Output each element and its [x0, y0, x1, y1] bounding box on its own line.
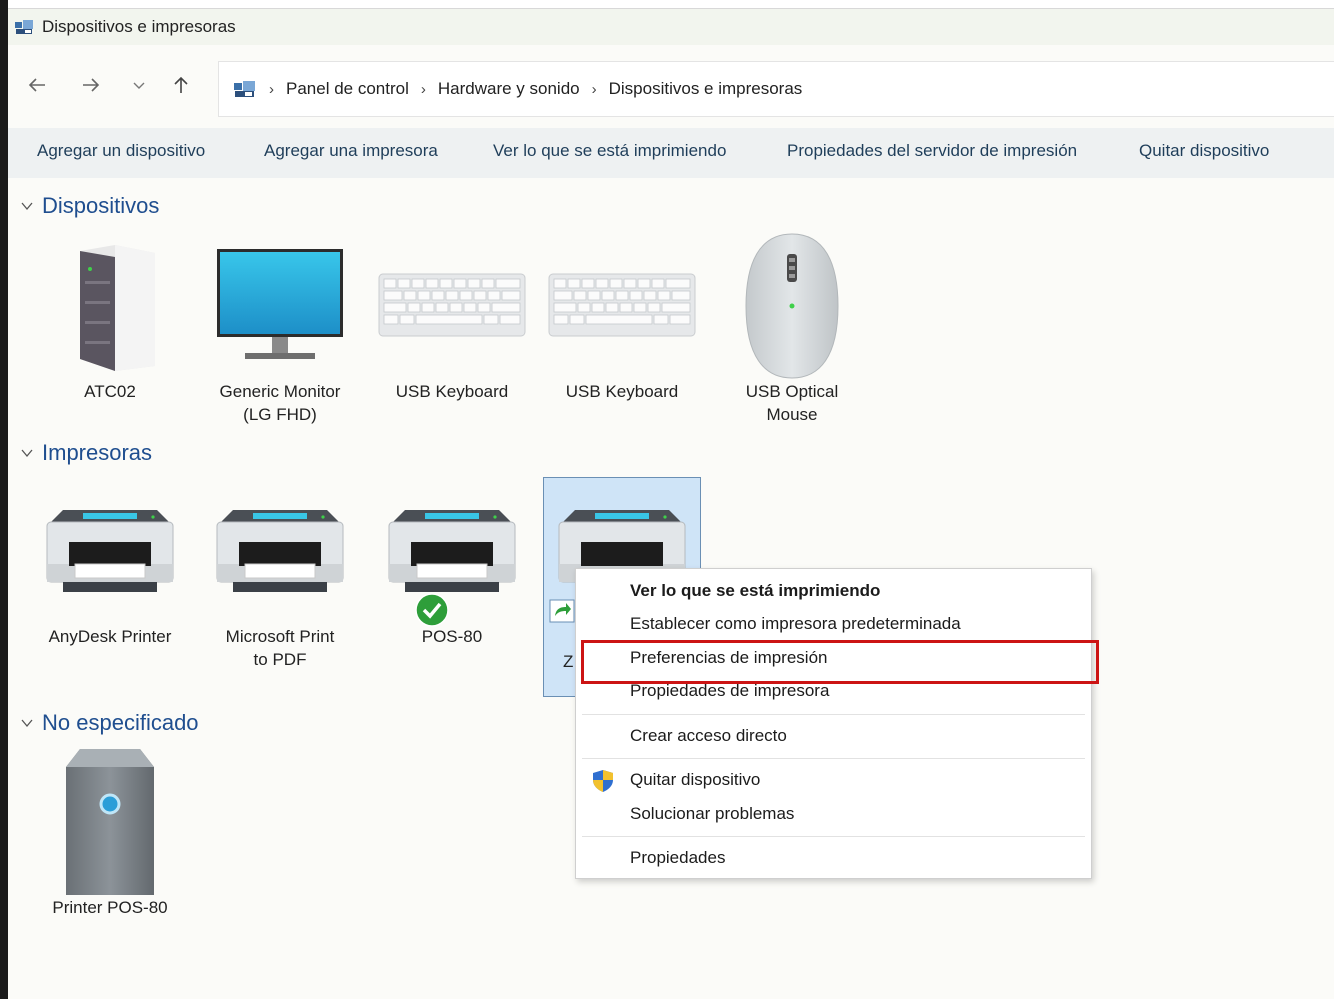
breadcrumb-separator: ›: [591, 80, 597, 98]
printer-icon: [216, 510, 344, 592]
generic-device-icon: [66, 749, 154, 895]
up-button[interactable]: [170, 74, 200, 96]
keyboard-icon: [378, 273, 526, 337]
menu-item-remove-device[interactable]: Quitar dispositivo: [630, 770, 760, 790]
group-title: No especificado: [42, 710, 199, 735]
device-label: USB Optical: [745, 382, 839, 401]
group-header-unspecified[interactable]: No especificado: [20, 710, 199, 736]
keyboard-icon: [548, 273, 696, 337]
default-check-icon: [415, 593, 449, 627]
chevron-down-icon: [21, 449, 33, 458]
breadcrumb-devices-printers[interactable]: Dispositivos e impresoras: [609, 79, 803, 99]
menu-item-see-printing[interactable]: Ver lo que se está imprimiendo: [630, 581, 880, 601]
remove-device-button[interactable]: Quitar dispositivo: [1139, 141, 1269, 161]
group-title: Dispositivos: [42, 193, 160, 218]
window-title: Dispositivos e impresoras: [42, 17, 236, 36]
group-header-printers[interactable]: Impresoras: [20, 440, 152, 466]
arrow-up-icon: [174, 76, 188, 93]
group-title: Impresoras: [42, 440, 153, 465]
device-item-usb-keyboard[interactable]: USB Keyboard: [547, 235, 697, 435]
arrow-left-icon: [28, 78, 45, 92]
device-label: USB Keyboard: [565, 382, 679, 401]
annotation-highlight-box: [581, 640, 1099, 684]
breadcrumb-hardware-sound[interactable]: Hardware y sonido: [438, 79, 580, 99]
device-item-usb-keyboard[interactable]: USB Keyboard: [377, 235, 527, 435]
printer-icon: [388, 510, 516, 592]
print-server-properties-button[interactable]: Propiedades del servidor de impresión: [787, 141, 1077, 161]
device-item-usb-optical-mouse[interactable]: USB Optical Mouse: [717, 230, 867, 435]
printer-label-line2: to PDF: [253, 650, 307, 669]
device-label-line2: (LG FHD): [243, 405, 317, 424]
mouse-icon: [745, 233, 839, 379]
printer-icon: [46, 510, 174, 592]
navigation-bar: › Panel de control › Hardware y sonido ›…: [8, 56, 1334, 118]
printer-item-anydesk[interactable]: AnyDesk Printer: [35, 500, 185, 675]
menu-item-create-shortcut[interactable]: Crear acceso directo: [630, 726, 787, 746]
uac-shield-icon: [593, 770, 613, 792]
printer-item-pos-80[interactable]: POS-80: [377, 500, 527, 675]
device-item-generic-monitor[interactable]: Generic Monitor (LG FHD): [205, 235, 355, 435]
devices-printers-icon: [15, 20, 33, 34]
device-label: Generic Monitor: [219, 382, 341, 401]
control-panel-icon: [234, 81, 255, 97]
window-top-edge: [8, 0, 1334, 9]
group-header-devices[interactable]: Dispositivos: [20, 193, 159, 219]
device-label: Printer POS-80: [52, 898, 168, 917]
printer-label: Microsoft Print: [225, 627, 335, 646]
chevron-down-icon: [21, 202, 33, 211]
menu-separator: [582, 836, 1085, 837]
shared-arrow-icon: [549, 599, 575, 623]
unspecified-item-printer-pos-80[interactable]: Printer POS-80: [35, 745, 185, 925]
computer-tower-icon: [80, 245, 155, 371]
printer-item-microsoft-print-to-pdf[interactable]: Microsoft Print to PDF: [205, 500, 355, 675]
breadcrumb-control-panel[interactable]: Panel de control: [286, 79, 409, 99]
forward-button[interactable]: [80, 74, 110, 96]
chevron-down-icon: [133, 82, 145, 89]
printer-label: AnyDesk Printer: [48, 627, 172, 646]
printer-label: POS-80: [421, 627, 483, 646]
menu-item-set-default[interactable]: Establecer como impresora predeterminada: [630, 614, 961, 634]
device-label: USB Keyboard: [395, 382, 509, 401]
address-bar[interactable]: › Panel de control › Hardware y sonido ›…: [218, 61, 1334, 117]
menu-separator: [582, 758, 1085, 759]
back-button[interactable]: [26, 74, 56, 96]
see-printing-button[interactable]: Ver lo que se está imprimiendo: [493, 141, 726, 161]
window-left-edge: [0, 0, 8, 999]
device-item-atc02[interactable]: ATC02: [35, 235, 185, 435]
device-label: ATC02: [84, 382, 136, 401]
breadcrumb-separator: ›: [420, 80, 426, 98]
add-printer-button[interactable]: Agregar una impresora: [264, 141, 438, 161]
breadcrumb-separator: ›: [269, 80, 274, 98]
menu-item-printer-properties[interactable]: Propiedades de impresora: [630, 681, 829, 701]
menu-separator: [582, 714, 1085, 715]
command-bar: Agregar un dispositivo Agregar una impre…: [8, 128, 1334, 178]
menu-item-troubleshoot[interactable]: Solucionar problemas: [630, 804, 794, 824]
recent-locations-button[interactable]: [128, 74, 158, 96]
arrow-right-icon: [83, 78, 100, 92]
add-device-button[interactable]: Agregar un dispositivo: [37, 141, 205, 161]
monitor-icon: [217, 249, 343, 359]
device-label-line2: Mouse: [766, 405, 818, 424]
menu-item-properties[interactable]: Propiedades: [630, 848, 725, 868]
chevron-down-icon: [21, 719, 33, 728]
context-menu: Ver lo que se está imprimiendo Establece…: [575, 568, 1092, 879]
title-bar: Dispositivos e impresoras: [8, 9, 1334, 45]
